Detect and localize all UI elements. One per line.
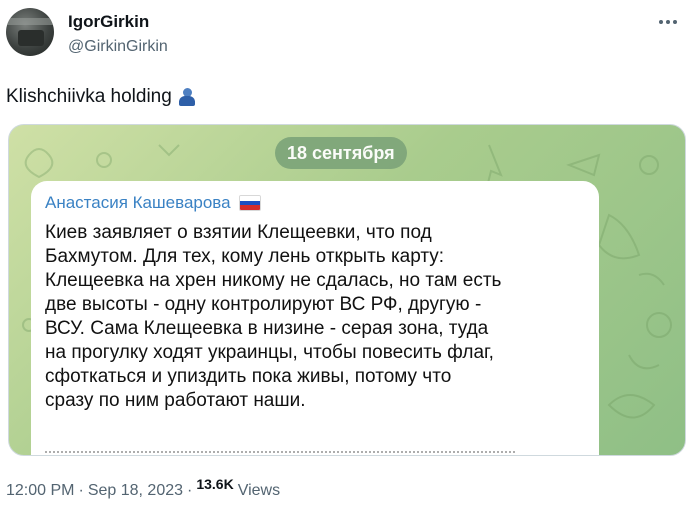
russia-flag-icon	[238, 195, 261, 211]
more-dot-icon	[659, 20, 663, 24]
views-count[interactable]: 13.6K	[196, 476, 233, 492]
message-line: на прогулку ходят украинцы, чтобы повеси…	[45, 342, 494, 363]
message-bubble: Анастасия Кашеварова Киев заявляет о взя…	[31, 181, 599, 455]
message-line: Клещеевка на хрен никому не сдалась, но …	[45, 270, 502, 291]
avatar[interactable]	[6, 8, 54, 56]
message-line: ВСУ. Сама Клещеевка в низине - серая зон…	[45, 318, 489, 339]
tweet-text-row: Klishchiivka holding	[6, 86, 196, 108]
message-body: Киев заявляет о взятии Клещеевки, что по…	[45, 221, 585, 413]
footer-separator: ·	[78, 482, 84, 499]
more-dot-icon	[673, 20, 677, 24]
avatar-shape	[18, 30, 44, 46]
message-line: Киев заявляет о взятии Клещеевки, что по…	[45, 222, 432, 243]
display-name[interactable]: IgorGirkin	[68, 12, 149, 32]
message-author-name: Анастасия Кашеварова	[45, 193, 231, 212]
message-author: Анастасия Кашеварова	[45, 193, 261, 213]
tweet-footer: 12:00 PM · Sep 18, 2023 · 13.6K Views	[6, 476, 281, 500]
tweet-text: Klishchiivka holding	[6, 86, 172, 107]
user-handle[interactable]: @GirkinGirkin	[68, 38, 168, 56]
footer-separator: ·	[187, 482, 193, 499]
views-label: Views	[237, 482, 281, 499]
avatar-band	[6, 18, 54, 25]
date-separator-pill: 18 сентября	[275, 137, 407, 169]
tweet-date[interactable]: Sep 18, 2023	[88, 482, 183, 500]
message-line: сфоткаться и упиздить пока живы, потому …	[45, 366, 452, 387]
truncated-text-edge	[45, 451, 515, 455]
tweet-media-image[interactable]: 18 сентября Анастасия Кашеварова Киев за…	[8, 124, 686, 456]
message-line: сразу по ним работают наши.	[45, 390, 306, 411]
message-line: Бахмутом. Для тех, кому лень открыть кар…	[45, 246, 445, 267]
message-line: две высоты - одну контролируют ВС РФ, др…	[45, 294, 482, 315]
tweet: IgorGirkin @GirkinGirkin Klishchiivka ho…	[0, 0, 694, 509]
people-hugging-icon	[178, 88, 196, 106]
more-options-button[interactable]	[656, 12, 680, 32]
tweet-time[interactable]: 12:00 PM	[6, 482, 74, 500]
more-dot-icon	[666, 20, 670, 24]
